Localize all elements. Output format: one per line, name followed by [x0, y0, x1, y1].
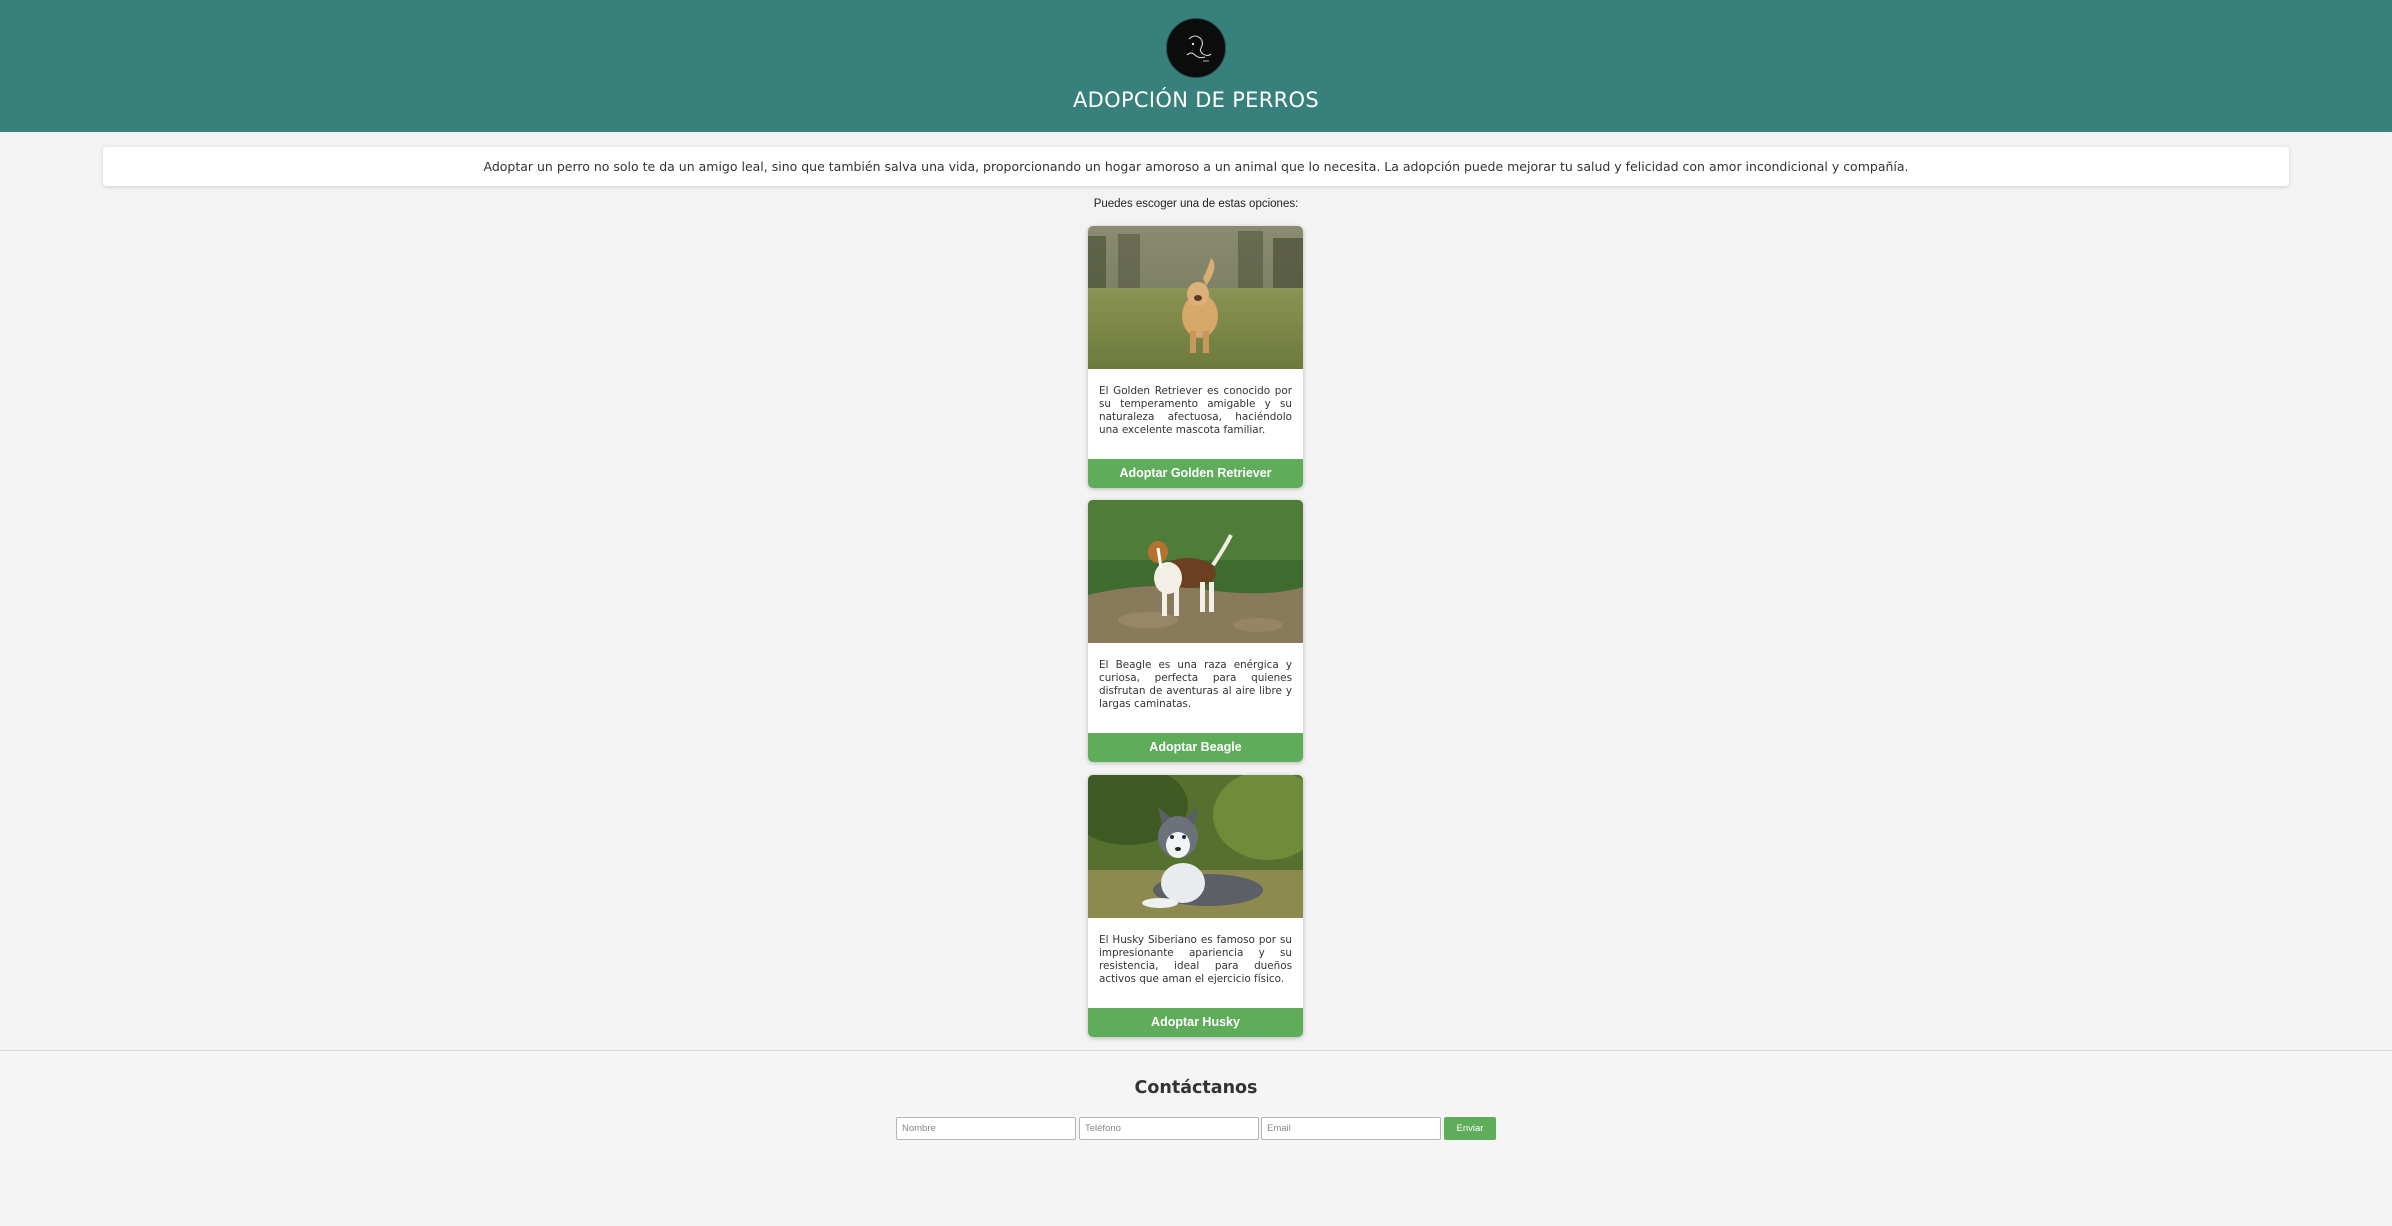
adopt-beagle-button[interactable]: Adoptar Beagle — [1088, 733, 1303, 762]
intro-text: Adoptar un perro no solo te da un amigo … — [483, 159, 1909, 174]
dog-card-golden-retriever: El Golden Retriever es conocido por su t… — [1088, 226, 1303, 488]
husky-photo — [1088, 775, 1303, 918]
page-title: ADOPCIÓN DE PERROS — [1073, 88, 1319, 112]
dog-card-husky: El Husky Siberiano es famoso por su impr… — [1088, 775, 1303, 1037]
send-button[interactable]: Enviar — [1444, 1117, 1496, 1140]
dog-description: El Husky Siberiano es famoso por su impr… — [1099, 934, 1292, 985]
contact-title: Contáctanos — [1134, 1078, 1258, 1098]
email-field[interactable] — [1261, 1117, 1441, 1140]
adopt-golden-retriever-button[interactable]: Adoptar Golden Retriever — [1088, 459, 1303, 488]
dog-card-beagle: El Beagle es una raza enérgica y curiosa… — [1088, 500, 1303, 762]
site-header: ADOPCIÓN DE PERROS — [0, 0, 2392, 132]
beagle-photo — [1088, 500, 1303, 643]
options-label: Puedes escoger una de estas opciones: — [1093, 198, 1299, 210]
phone-field[interactable] — [1079, 1117, 1259, 1140]
name-field[interactable] — [896, 1117, 1076, 1140]
contact-footer: Contáctanos Enviar — [0, 1050, 2392, 1160]
dog-description: El Golden Retriever es conocido por su t… — [1099, 385, 1292, 436]
golden-retriever-photo — [1088, 226, 1303, 369]
dog-logo-icon[interactable] — [1166, 18, 1226, 78]
intro-banner: Adoptar un perro no solo te da un amigo … — [103, 147, 2289, 186]
dog-description: El Beagle es una raza enérgica y curiosa… — [1099, 659, 1292, 710]
adopt-husky-button[interactable]: Adoptar Husky — [1088, 1008, 1303, 1037]
